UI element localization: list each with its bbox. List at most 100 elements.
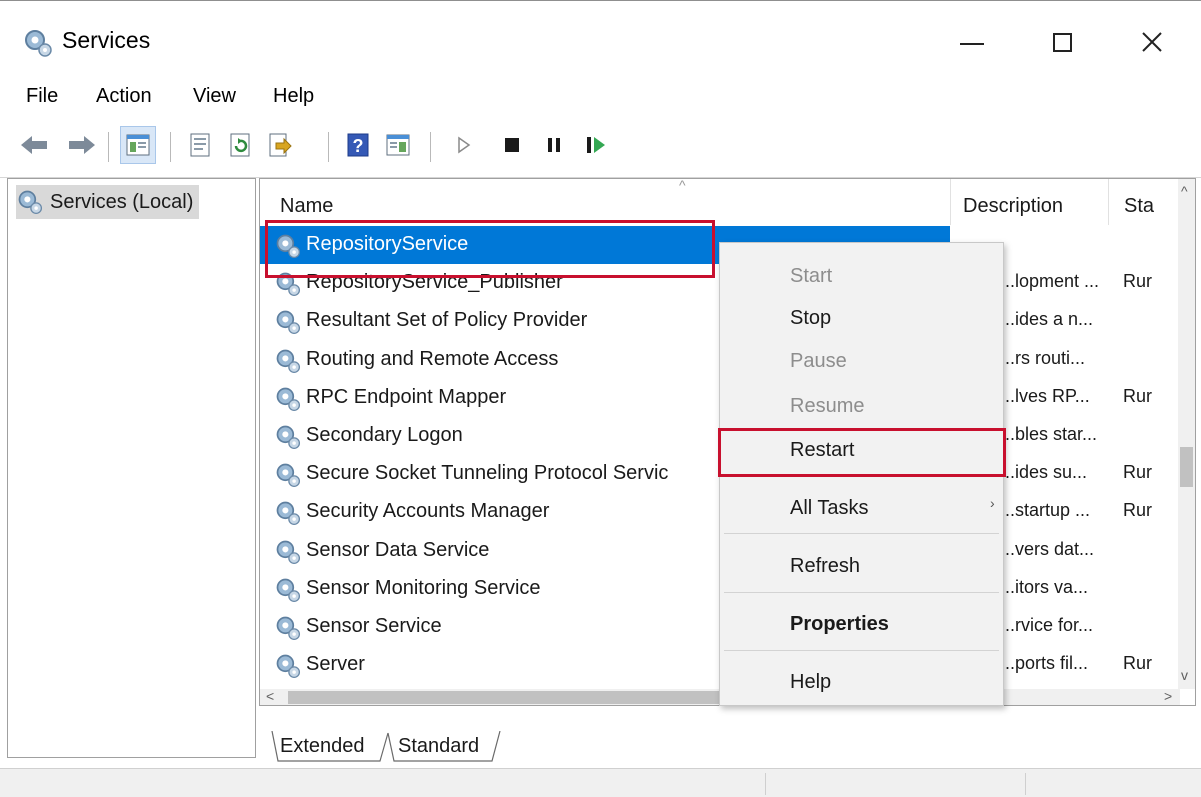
ctx-menu-properties[interactable]: Properties bbox=[790, 613, 889, 636]
column-separator[interactable] bbox=[950, 179, 951, 225]
help-toolbar-button[interactable]: ? bbox=[340, 126, 376, 164]
service-name: Server bbox=[306, 653, 365, 676]
service-status: Rur bbox=[1123, 271, 1153, 292]
service-gear-icon bbox=[274, 652, 302, 680]
sort-ascending-icon: ^ bbox=[679, 178, 686, 193]
service-name: RepositoryService bbox=[306, 233, 469, 255]
refresh-toolbar-button[interactable] bbox=[222, 126, 258, 164]
window-title: Services bbox=[62, 27, 151, 53]
service-status: Rur bbox=[1123, 385, 1153, 406]
service-name: RepositoryService_Publisher bbox=[306, 271, 563, 294]
service-name: Secure Socket Tunneling Protocol Servic bbox=[306, 462, 669, 485]
service-gear-icon bbox=[274, 347, 302, 375]
column-header-description[interactable]: Description bbox=[963, 195, 1063, 218]
ctx-menu-all-tasks[interactable]: All Tasks bbox=[790, 497, 869, 520]
menu-separator bbox=[724, 592, 999, 593]
restart-service-button[interactable] bbox=[578, 126, 614, 164]
minimize-icon bbox=[960, 43, 984, 45]
menu-separator bbox=[724, 650, 999, 651]
pause-service-button[interactable] bbox=[536, 126, 572, 164]
service-description: ...startup ... bbox=[1000, 500, 1091, 521]
service-name: Security Accounts Manager bbox=[306, 500, 550, 523]
service-gear-icon bbox=[274, 308, 302, 336]
ctx-menu-stop[interactable]: Stop bbox=[790, 307, 831, 330]
ctx-menu-pause[interactable]: Pause bbox=[790, 350, 847, 373]
show-hide-console-tree-button[interactable] bbox=[120, 126, 156, 164]
console-tree-icon bbox=[126, 134, 150, 156]
service-description: ...lves RP... bbox=[1000, 385, 1090, 406]
menu-file[interactable]: File bbox=[26, 85, 58, 108]
tree-item-services-local[interactable]: Services (Local) bbox=[16, 185, 200, 219]
context-menu: Start Stop Pause Resume Restart All Task… bbox=[719, 242, 1004, 706]
forward-button[interactable] bbox=[64, 126, 100, 164]
vertical-scroll-thumb[interactable] bbox=[1180, 447, 1193, 487]
menu-separator bbox=[724, 476, 999, 477]
status-bar bbox=[0, 768, 1201, 797]
service-status: Rur bbox=[1123, 233, 1153, 253]
close-icon bbox=[1142, 32, 1162, 52]
ctx-menu-refresh[interactable]: Refresh bbox=[790, 555, 860, 578]
title-bar: Services bbox=[0, 1, 1201, 79]
menu-help[interactable]: Help bbox=[273, 85, 314, 108]
service-gear-icon bbox=[274, 538, 302, 566]
maximize-button[interactable] bbox=[1032, 15, 1092, 69]
export-list-icon bbox=[269, 133, 292, 157]
show-action-pane-button[interactable] bbox=[380, 126, 416, 164]
menu-separator bbox=[724, 533, 999, 534]
service-gear-icon bbox=[274, 270, 302, 298]
menu-bar: File Action View Help bbox=[0, 79, 1201, 113]
help-icon: ? bbox=[347, 133, 369, 157]
scroll-right-icon[interactable]: > bbox=[1164, 688, 1172, 704]
service-description: ...rvice for... bbox=[1000, 615, 1094, 635]
close-button[interactable] bbox=[1122, 15, 1182, 69]
minimize-button[interactable] bbox=[942, 15, 1002, 69]
menu-action[interactable]: Action bbox=[96, 85, 152, 108]
column-separator[interactable] bbox=[1108, 179, 1109, 225]
vertical-scrollbar[interactable]: ^ v bbox=[1178, 179, 1195, 689]
stop-service-button[interactable] bbox=[494, 126, 530, 164]
ctx-menu-resume[interactable]: Resume bbox=[790, 395, 864, 418]
tab-extended[interactable]: Extended bbox=[280, 731, 365, 761]
tree-item-label: Services (Local) bbox=[50, 190, 194, 213]
toolbar-separator bbox=[430, 132, 431, 162]
service-name: RPC Endpoint Mapper bbox=[306, 385, 507, 408]
service-description: ...bles star... bbox=[1000, 424, 1098, 444]
toolbar-separator bbox=[108, 132, 109, 162]
column-header-status[interactable]: Sta bbox=[1124, 195, 1154, 218]
service-description: ...rs routi... bbox=[1000, 347, 1086, 368]
service-name: Routing and Remote Access bbox=[306, 347, 559, 370]
scroll-up-icon[interactable]: ^ bbox=[1181, 183, 1188, 199]
action-pane-icon bbox=[386, 134, 410, 156]
service-gear-icon bbox=[274, 423, 302, 451]
restart-icon bbox=[587, 137, 605, 153]
status-separator bbox=[765, 773, 766, 795]
ctx-menu-restart[interactable]: Restart bbox=[790, 439, 854, 462]
service-name: Sensor Service bbox=[306, 615, 442, 637]
forward-arrow-icon bbox=[69, 136, 95, 154]
back-button[interactable] bbox=[16, 126, 52, 164]
tab-standard[interactable]: Standard bbox=[398, 731, 479, 761]
menu-view[interactable]: View bbox=[193, 85, 236, 108]
service-gear-icon bbox=[274, 576, 302, 604]
service-description: ...ides su... bbox=[1000, 462, 1088, 483]
maximize-icon bbox=[1052, 32, 1072, 52]
status-separator bbox=[1025, 773, 1026, 795]
properties-toolbar-button[interactable] bbox=[182, 126, 218, 164]
scroll-down-icon[interactable]: v bbox=[1181, 667, 1188, 683]
toolbar: ? bbox=[0, 116, 1201, 178]
scroll-left-icon[interactable]: < bbox=[266, 688, 274, 704]
service-description: ...lopment ... bbox=[1000, 271, 1100, 292]
service-description: ...ports fil... bbox=[1000, 653, 1089, 674]
ctx-menu-start[interactable]: Start bbox=[790, 265, 832, 288]
column-header-name[interactable]: Name bbox=[280, 195, 333, 218]
service-description: ...vers dat... bbox=[1000, 538, 1095, 559]
service-name: Resultant Set of Policy Provider bbox=[306, 309, 588, 332]
service-gear-icon bbox=[274, 614, 302, 642]
start-service-button[interactable] bbox=[446, 126, 482, 164]
export-list-button[interactable] bbox=[262, 126, 298, 164]
ctx-menu-help[interactable]: Help bbox=[790, 671, 831, 694]
play-icon bbox=[458, 136, 471, 154]
service-status: Rur bbox=[1123, 500, 1153, 521]
refresh-icon bbox=[230, 133, 250, 157]
submenu-arrow-icon: › bbox=[990, 495, 995, 511]
